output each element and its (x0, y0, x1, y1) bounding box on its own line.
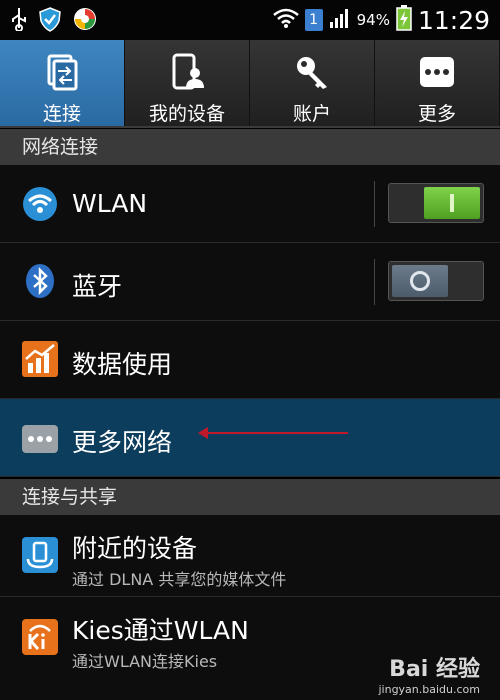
wlan-label: WLAN (72, 189, 148, 218)
more-dots-icon (22, 421, 58, 457)
battery-percent: 94% (356, 11, 390, 29)
data-usage-chart-icon (22, 341, 58, 377)
toggle-knob (424, 187, 480, 219)
bluetooth-icon (22, 263, 58, 299)
divider (374, 181, 375, 227)
wifi-icon (22, 186, 58, 222)
section-header-sharing: 连接与共享 (0, 479, 500, 515)
usb-icon (10, 7, 28, 35)
kies-wlan-summary: 通过WLAN连接Kies (72, 652, 218, 671)
more-networks-label: 更多网络 (72, 428, 173, 457)
section-header-network: 网络连接 (0, 129, 500, 165)
notification-count-badge: 1 (304, 9, 323, 31)
bluetooth-label: 蓝牙 (72, 272, 123, 301)
battery-charging-icon (396, 5, 412, 35)
watermark-url: jingyan.baidu.com (378, 683, 480, 696)
cell-signal-icon (329, 7, 351, 33)
settings-tabs: 连接 我的设备 账户 更多 (0, 40, 500, 128)
bluetooth-toggle[interactable] (388, 261, 484, 301)
list-item-more-networks[interactable]: 更多网络 (0, 399, 500, 477)
status-bar: 1 94% 11:29 (0, 0, 500, 40)
nearby-devices-label: 附近的设备 (72, 534, 198, 563)
annotation-arrow (198, 427, 348, 439)
kies-wlan-label: Kies通过WLAN (72, 616, 249, 645)
shield-icon (38, 6, 62, 36)
tab-connections[interactable]: 连接 (0, 40, 125, 126)
list-item-nearby-devices[interactable]: 附近的设备 通过 DLNA 共享您的媒体文件 (0, 515, 500, 597)
my-device-icon (167, 52, 207, 91)
tab-label: 连接 (42, 103, 81, 125)
list-item-bluetooth[interactable]: 蓝牙 (0, 243, 500, 321)
tab-accounts[interactable]: 账户 (250, 40, 375, 126)
watermark-logo-text: Bai 经验 (389, 657, 480, 682)
list-item-wlan[interactable]: WLAN (0, 165, 500, 243)
tab-more[interactable]: 更多 (375, 40, 500, 126)
toggle-knob (392, 265, 448, 297)
connections-icon (42, 52, 82, 91)
key-icon (292, 52, 332, 91)
tab-my-device[interactable]: 我的设备 (125, 40, 250, 126)
sync-app-icon (72, 6, 98, 36)
clock: 11:29 (417, 5, 490, 35)
tab-label: 更多 (417, 103, 456, 125)
kies-icon (22, 619, 58, 655)
more-dots-icon (417, 52, 457, 91)
nearby-devices-icon (22, 537, 58, 573)
data-usage-label: 数据使用 (72, 350, 173, 379)
wifi-signal-icon (272, 7, 299, 33)
list-item-data-usage[interactable]: 数据使用 (0, 321, 500, 399)
nearby-devices-summary: 通过 DLNA 共享您的媒体文件 (72, 570, 287, 589)
divider (374, 259, 375, 305)
wlan-toggle[interactable] (388, 183, 484, 223)
tab-label: 账户 (292, 103, 331, 125)
tab-label: 我的设备 (148, 103, 225, 125)
baidu-jingyan-watermark: Bai 经验 jingyan.baidu.com (378, 651, 480, 696)
